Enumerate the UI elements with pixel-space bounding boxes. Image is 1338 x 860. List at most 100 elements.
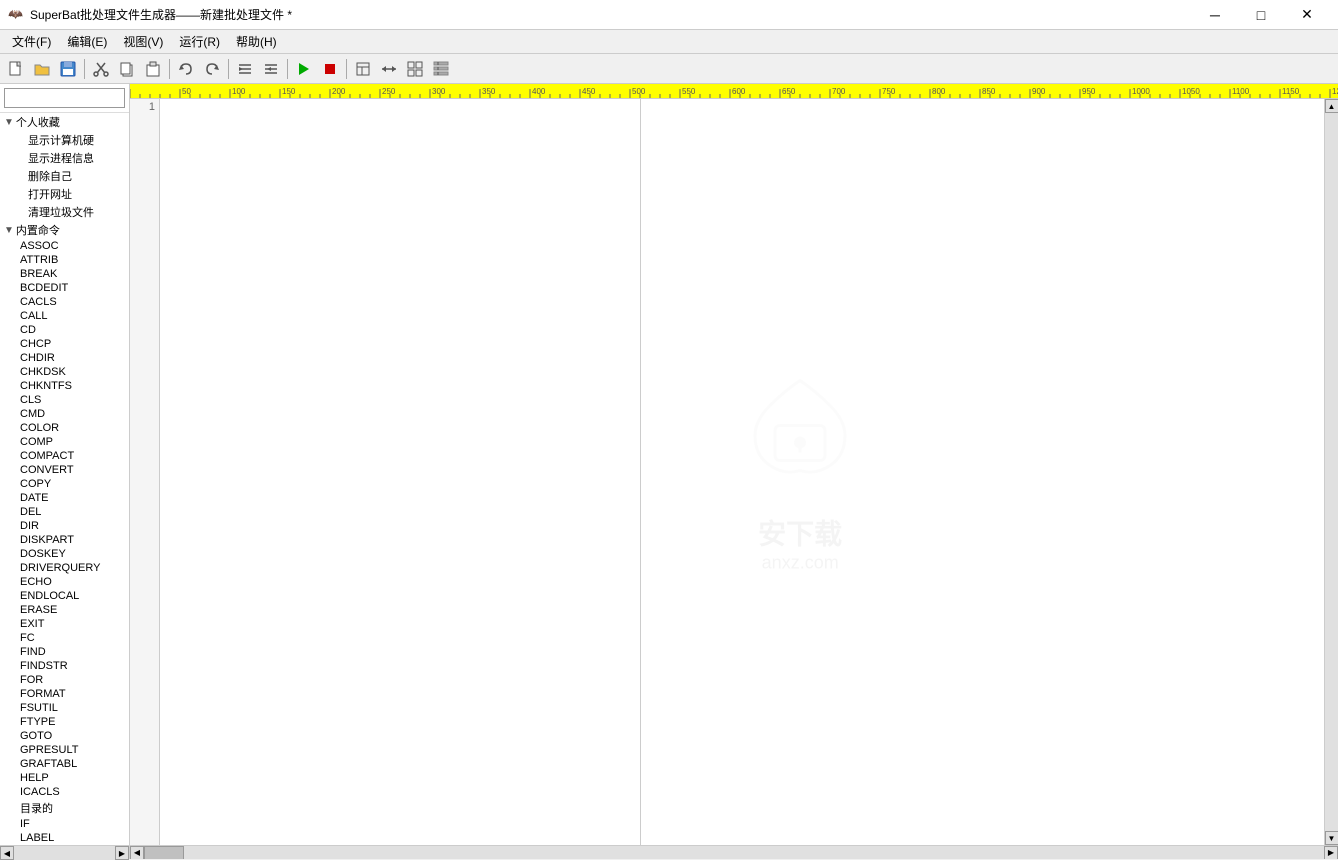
svg-text:150: 150 — [282, 87, 296, 96]
cmd-label[interactable]: LABEL — [0, 831, 129, 845]
cmd-compact[interactable]: COMPACT — [0, 449, 129, 463]
app-icon: 🦇 — [8, 7, 24, 23]
extra-button[interactable] — [429, 57, 453, 81]
search-input[interactable] — [4, 88, 125, 108]
cmd-exit[interactable]: EXIT — [0, 617, 129, 631]
vscroll-track — [1325, 113, 1338, 831]
cmd-bcdedit[interactable]: BCDEDIT — [0, 281, 129, 295]
run-button[interactable] — [292, 57, 316, 81]
cmd-fsutil[interactable]: FSUTIL — [0, 701, 129, 715]
vscroll-down[interactable]: ▼ — [1325, 831, 1338, 845]
vscroll-up[interactable]: ▲ — [1325, 99, 1338, 113]
grid-button[interactable] — [403, 57, 427, 81]
cmd-break[interactable]: BREAK — [0, 267, 129, 281]
title-bar-left: 🦇 SuperBat批处理文件生成器——新建批处理文件 * — [8, 6, 292, 23]
menu-file[interactable]: 文件(F) — [4, 31, 59, 52]
copy-tb-button[interactable] — [115, 57, 139, 81]
cmd-diskpart[interactable]: DISKPART — [0, 533, 129, 547]
cmd-ftype[interactable]: FTYPE — [0, 715, 129, 729]
left-scroll-right[interactable]: ▶ — [115, 846, 129, 860]
cmd-chcp[interactable]: CHCP — [0, 337, 129, 351]
cut-button[interactable] — [89, 57, 113, 81]
cmd-convert[interactable]: CONVERT — [0, 463, 129, 477]
search-box — [0, 84, 129, 113]
favorites-group-header[interactable]: ▼ 个人收藏 — [0, 113, 129, 131]
cmd-del[interactable]: DEL — [0, 505, 129, 519]
cmd-color[interactable]: COLOR — [0, 421, 129, 435]
menu-view[interactable]: 视图(V) — [115, 31, 171, 52]
cmd-graftabl[interactable]: GRAFTABL — [0, 757, 129, 771]
hscroll-thumb[interactable] — [144, 846, 184, 860]
paste-button[interactable] — [141, 57, 165, 81]
menu-run[interactable]: 运行(R) — [171, 31, 228, 52]
hscroll-right[interactable]: ▶ — [1324, 846, 1338, 860]
cmd-driverquery[interactable]: DRIVERQUERY — [0, 561, 129, 575]
cmd-icacls[interactable]: ICACLS — [0, 785, 129, 799]
cmd-assoc[interactable]: ASSOC — [0, 239, 129, 253]
fav-item-5[interactable]: 清理垃圾文件 — [0, 203, 129, 221]
cmd-gpresult[interactable]: GPRESULT — [0, 743, 129, 757]
fav-item-2[interactable]: 显示进程信息 — [0, 149, 129, 167]
save-button[interactable] — [56, 57, 80, 81]
cmd-dir[interactable]: DIR — [0, 519, 129, 533]
cmd-chkdsk[interactable]: CHKDSK — [0, 365, 129, 379]
cmd-fc[interactable]: FC — [0, 631, 129, 645]
close-button[interactable]: ✕ — [1284, 0, 1330, 30]
cmd-attrib[interactable]: ATTRIB — [0, 253, 129, 267]
fav-item-3[interactable]: 删除自己 — [0, 167, 129, 185]
watermark-brand: 安下载 — [740, 513, 860, 553]
title-text: SuperBat批处理文件生成器——新建批处理文件 * — [30, 6, 292, 23]
line-number-1: 1 — [134, 101, 155, 113]
open-button[interactable] — [30, 57, 54, 81]
cmd-cls[interactable]: CLS — [0, 393, 129, 407]
svg-text:750: 750 — [882, 87, 896, 96]
svg-text:600: 600 — [732, 87, 746, 96]
content-area: // Draw ruler ticks via JS 5010015020025… — [130, 84, 1338, 859]
right-scrollbar: ▲ ▼ — [1324, 99, 1338, 845]
cmd-cd[interactable]: CD — [0, 323, 129, 337]
cmd-doskey[interactable]: DOSKEY — [0, 547, 129, 561]
arrows-button[interactable] — [377, 57, 401, 81]
cmd-dirof[interactable]: 目录的 — [0, 799, 129, 817]
redo-button[interactable] — [200, 57, 224, 81]
minimize-button[interactable]: ─ — [1192, 0, 1238, 30]
indent-button[interactable] — [233, 57, 257, 81]
left-scroll-left[interactable]: ◀ — [0, 846, 14, 860]
cmd-findstr[interactable]: FINDSTR — [0, 659, 129, 673]
cmd-erase[interactable]: ERASE — [0, 603, 129, 617]
builtin-group-header[interactable]: ▼ 内置命令 — [0, 221, 129, 239]
template-button[interactable] — [351, 57, 375, 81]
cmd-comp[interactable]: COMP — [0, 435, 129, 449]
cmd-help[interactable]: HELP — [0, 771, 129, 785]
cmd-chdir[interactable]: CHDIR — [0, 351, 129, 365]
editor-content[interactable]: 安下载 anxz.com — [160, 99, 1324, 845]
builtin-expand-icon: ▼ — [4, 225, 14, 236]
undo-button[interactable] — [174, 57, 198, 81]
cmd-find[interactable]: FIND — [0, 645, 129, 659]
cmd-copy[interactable]: COPY — [0, 477, 129, 491]
svg-text:1200: 1200 — [1332, 87, 1338, 96]
cmd-date[interactable]: DATE — [0, 491, 129, 505]
left-panel: ▼ 个人收藏 显示计算机硬 显示进程信息 删除自己 打开网址 清理垃圾文件 ▼ … — [0, 84, 130, 859]
cmd-echo[interactable]: ECHO — [0, 575, 129, 589]
svg-text:400: 400 — [532, 87, 546, 96]
cmd-endlocal[interactable]: ENDLOCAL — [0, 589, 129, 603]
fav-item-4[interactable]: 打开网址 — [0, 185, 129, 203]
cmd-cacls[interactable]: CACLS — [0, 295, 129, 309]
svg-text:450: 450 — [582, 87, 596, 96]
stop-button[interactable] — [318, 57, 342, 81]
new-button[interactable] — [4, 57, 28, 81]
cmd-if[interactable]: IF — [0, 817, 129, 831]
hscroll-left[interactable]: ◀ — [130, 846, 144, 860]
fav-item-1[interactable]: 显示计算机硬 — [0, 131, 129, 149]
cmd-goto[interactable]: GOTO — [0, 729, 129, 743]
outdent-button[interactable] — [259, 57, 283, 81]
maximize-button[interactable]: □ — [1238, 0, 1284, 30]
cmd-call[interactable]: CALL — [0, 309, 129, 323]
menu-edit[interactable]: 编辑(E) — [59, 31, 115, 52]
menu-help[interactable]: 帮助(H) — [228, 31, 285, 52]
cmd-for[interactable]: FOR — [0, 673, 129, 687]
cmd-chkntfs[interactable]: CHKNTFS — [0, 379, 129, 393]
cmd-format[interactable]: FORMAT — [0, 687, 129, 701]
cmd-cmd[interactable]: CMD — [0, 407, 129, 421]
